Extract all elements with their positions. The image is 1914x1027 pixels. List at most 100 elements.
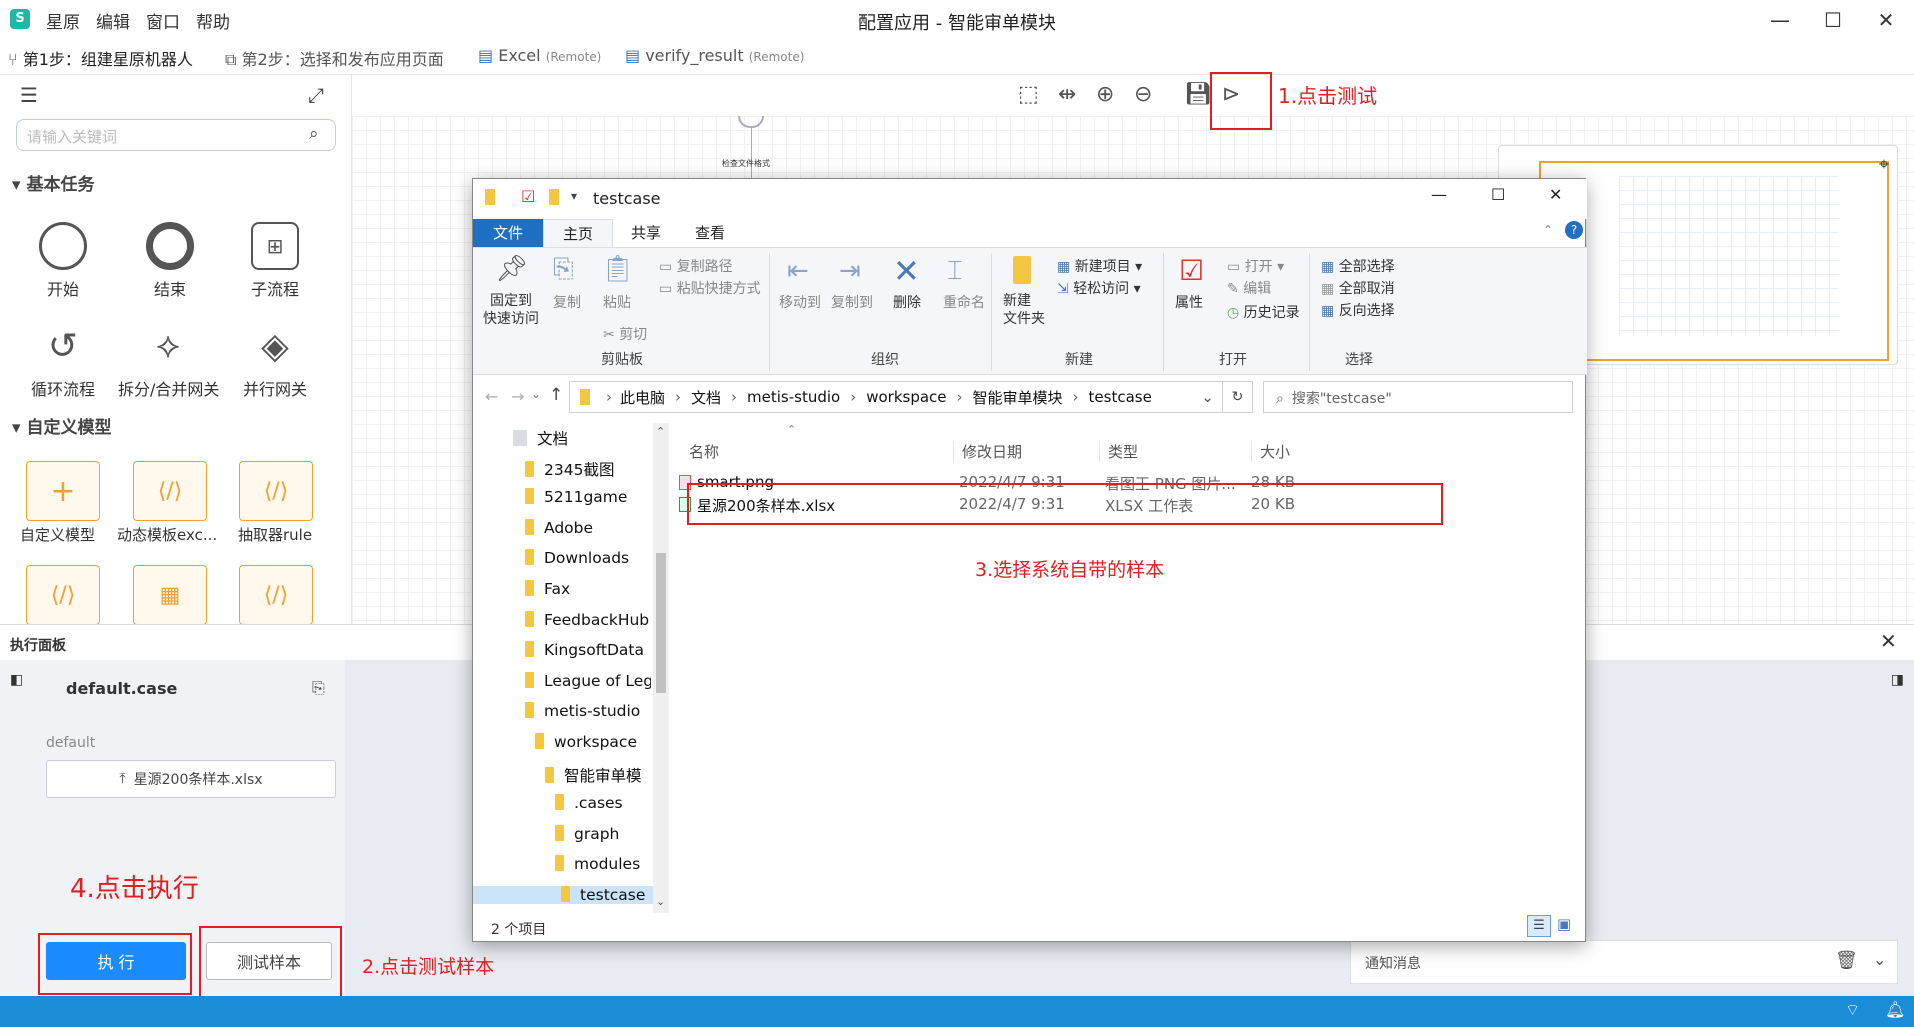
- back-arrow-icon[interactable]: ←: [485, 387, 498, 406]
- large-icons-view-icon[interactable]: ▣: [1557, 915, 1571, 933]
- ribbon-tab-view[interactable]: 查看: [681, 219, 739, 247]
- delete-icon[interactable]: ✕: [893, 252, 920, 290]
- tree-item[interactable]: Fax: [525, 580, 651, 598]
- tree-item[interactable]: KingsoftData: [525, 641, 651, 659]
- properties-label[interactable]: 属性: [1175, 292, 1203, 312]
- new-folder-quick-icon[interactable]: [549, 189, 559, 205]
- copy-label[interactable]: 复制: [553, 292, 581, 312]
- invert-selection-button[interactable]: ▦ 反向选择: [1321, 300, 1395, 320]
- node-parallel-gateway[interactable]: ◈ 并行网关: [225, 322, 325, 400]
- new-case-icon[interactable]: ⎘: [312, 678, 325, 698]
- copy-icon[interactable]: ⎘: [553, 254, 574, 285]
- address-bar[interactable]: › 此电脑 › 文档 › metis-studio › workspace › …: [569, 381, 1223, 413]
- tree-item[interactable]: .cases: [555, 794, 651, 812]
- panel-toggle-icon[interactable]: ◧: [10, 672, 23, 688]
- breadcrumb-metis-studio[interactable]: metis-studio: [747, 388, 840, 406]
- copy-to-label[interactable]: 复制到: [831, 292, 873, 312]
- scrollbar-thumb[interactable]: [656, 553, 666, 693]
- trash-icon[interactable]: 🗑︎: [1835, 950, 1858, 971]
- zoom-out-icon[interactable]: ⊖: [1134, 82, 1152, 107]
- easy-access-button[interactable]: ⇲ 轻松访问 ▾: [1057, 278, 1141, 298]
- minimize-button[interactable]: —: [1758, 4, 1802, 36]
- node-start[interactable]: 开始: [13, 222, 113, 300]
- bell-icon[interactable]: 🔔︎: [1885, 1000, 1905, 1019]
- breadcrumb-testcase[interactable]: testcase: [1089, 388, 1152, 406]
- panel-right-toggle-icon[interactable]: ◨: [1891, 672, 1904, 688]
- address-dropdown-icon[interactable]: ⌄: [1201, 388, 1214, 406]
- tree-item[interactable]: League of Leg: [525, 671, 651, 690]
- tree-item[interactable]: 文档: [513, 427, 651, 449]
- properties-icon[interactable]: ☑: [1179, 254, 1204, 287]
- refresh-button[interactable]: ↻: [1223, 381, 1253, 413]
- breadcrumb-this-pc[interactable]: 此电脑: [620, 387, 665, 408]
- custom-node-4-icon[interactable]: ⟨/⟩: [26, 565, 100, 625]
- select-all-button[interactable]: ▦ 全部选择: [1321, 256, 1395, 276]
- col-header-date[interactable]: 修改日期: [953, 441, 1022, 462]
- history-button[interactable]: ◷ 历史记录: [1227, 302, 1300, 322]
- paste-icon[interactable]: 📋︎: [601, 254, 634, 284]
- tree-item[interactable]: workspace: [535, 733, 651, 751]
- explorer-search[interactable]: ⌕ 搜索"testcase": [1263, 381, 1573, 413]
- edit-button[interactable]: ✎ 编辑: [1227, 278, 1271, 298]
- upload-file-field[interactable]: ⤒ 星源200条样本.xlsx: [46, 760, 336, 798]
- scroll-up-icon[interactable]: ⌃: [656, 425, 665, 438]
- col-header-name[interactable]: 名称: [689, 441, 719, 462]
- tab-step2[interactable]: ⧉ 第2步：选择和发布应用页面: [225, 46, 444, 70]
- ribbon-tab-home[interactable]: 主页: [543, 219, 613, 247]
- tree-item[interactable]: 5211game: [525, 488, 651, 506]
- up-arrow-icon[interactable]: ↑: [549, 385, 563, 405]
- copy-to-icon[interactable]: ⇥: [839, 256, 861, 286]
- location-pin-icon[interactable]: ⌖: [1879, 154, 1889, 175]
- dynamic-template-icon[interactable]: ⟨/⟩: [133, 461, 207, 521]
- pin-label[interactable]: 固定到 快速访问: [483, 292, 539, 328]
- node-subprocess[interactable]: ⊞ 子流程: [225, 222, 325, 300]
- move-to-label[interactable]: 移动到: [779, 292, 821, 312]
- tree-item[interactable]: 智能审单模: [545, 764, 651, 786]
- explorer-minimize-button[interactable]: —: [1431, 185, 1447, 204]
- col-header-type[interactable]: 类型: [1099, 441, 1138, 462]
- case-name[interactable]: default.case: [66, 679, 177, 698]
- component-search[interactable]: 请输入关键词 ⌕: [16, 119, 336, 151]
- collapse-menu-icon[interactable]: ☰: [20, 83, 38, 107]
- breadcrumb-module[interactable]: 智能审单模块: [973, 387, 1063, 408]
- col-header-size[interactable]: 大小: [1251, 441, 1290, 462]
- node-split-merge-gateway[interactable]: ⟡ 拆分/合并网关: [118, 322, 219, 400]
- tree-item[interactable]: 2345截图: [525, 458, 651, 480]
- custom-node-6-icon[interactable]: ⟨/⟩: [239, 565, 313, 625]
- open-button[interactable]: ▭ 打开 ▾: [1227, 256, 1284, 276]
- rename-icon[interactable]: ⌶: [947, 256, 963, 287]
- tree-item[interactable]: graph: [555, 824, 651, 843]
- chevron-down-icon[interactable]: ⌄: [1873, 950, 1886, 969]
- close-button[interactable]: ✕: [1864, 4, 1908, 36]
- breadcrumb-documents[interactable]: 文档: [691, 387, 721, 408]
- expand-icon[interactable]: ⤢: [308, 83, 324, 107]
- scroll-down-icon[interactable]: ⌄: [656, 895, 665, 908]
- node-loop[interactable]: ↺ 循环流程: [13, 322, 113, 400]
- delete-label[interactable]: 删除: [893, 292, 921, 312]
- new-item-button[interactable]: ▦ 新建项目 ▾: [1057, 256, 1142, 276]
- fit-width-icon[interactable]: ⇹: [1058, 82, 1076, 107]
- pin-icon[interactable]: 📌︎: [495, 254, 528, 284]
- maximize-button[interactable]: ☐: [1811, 4, 1855, 36]
- select-none-button[interactable]: ▦ 全部取消: [1321, 278, 1395, 298]
- recent-dropdown-icon[interactable]: ⌄: [531, 387, 541, 401]
- ribbon-collapse-icon[interactable]: ⌃: [1543, 223, 1553, 237]
- section-custom-title[interactable]: ▾ 自定义模型: [12, 413, 111, 438]
- new-folder-icon[interactable]: [1013, 256, 1031, 284]
- extractor-rule-icon[interactable]: ⟨/⟩: [239, 461, 313, 521]
- tab-verify-result[interactable]: ▤ verify_result (Remote): [625, 46, 804, 65]
- node-end[interactable]: 结束: [120, 222, 220, 300]
- properties-quick-icon[interactable]: ☑: [521, 187, 535, 206]
- copy-path-button[interactable]: ▭ 复制路径: [659, 256, 733, 276]
- tab-excel[interactable]: ▤ Excel (Remote): [478, 46, 601, 65]
- qat-dropdown-icon[interactable]: ▾: [571, 189, 577, 203]
- forward-arrow-icon[interactable]: →: [511, 387, 524, 406]
- custom-node-5-icon[interactable]: ▦: [133, 565, 207, 625]
- breadcrumb-workspace[interactable]: workspace: [866, 388, 946, 406]
- custom-model-icon[interactable]: +: [26, 461, 100, 521]
- save-icon[interactable]: 💾︎: [1184, 82, 1212, 107]
- tree-item[interactable]: FeedbackHub: [525, 610, 651, 629]
- tree-item[interactable]: testcase: [473, 886, 653, 904]
- select-area-icon[interactable]: ⬚: [1018, 82, 1039, 107]
- search-icon[interactable]: ⌕: [309, 124, 319, 144]
